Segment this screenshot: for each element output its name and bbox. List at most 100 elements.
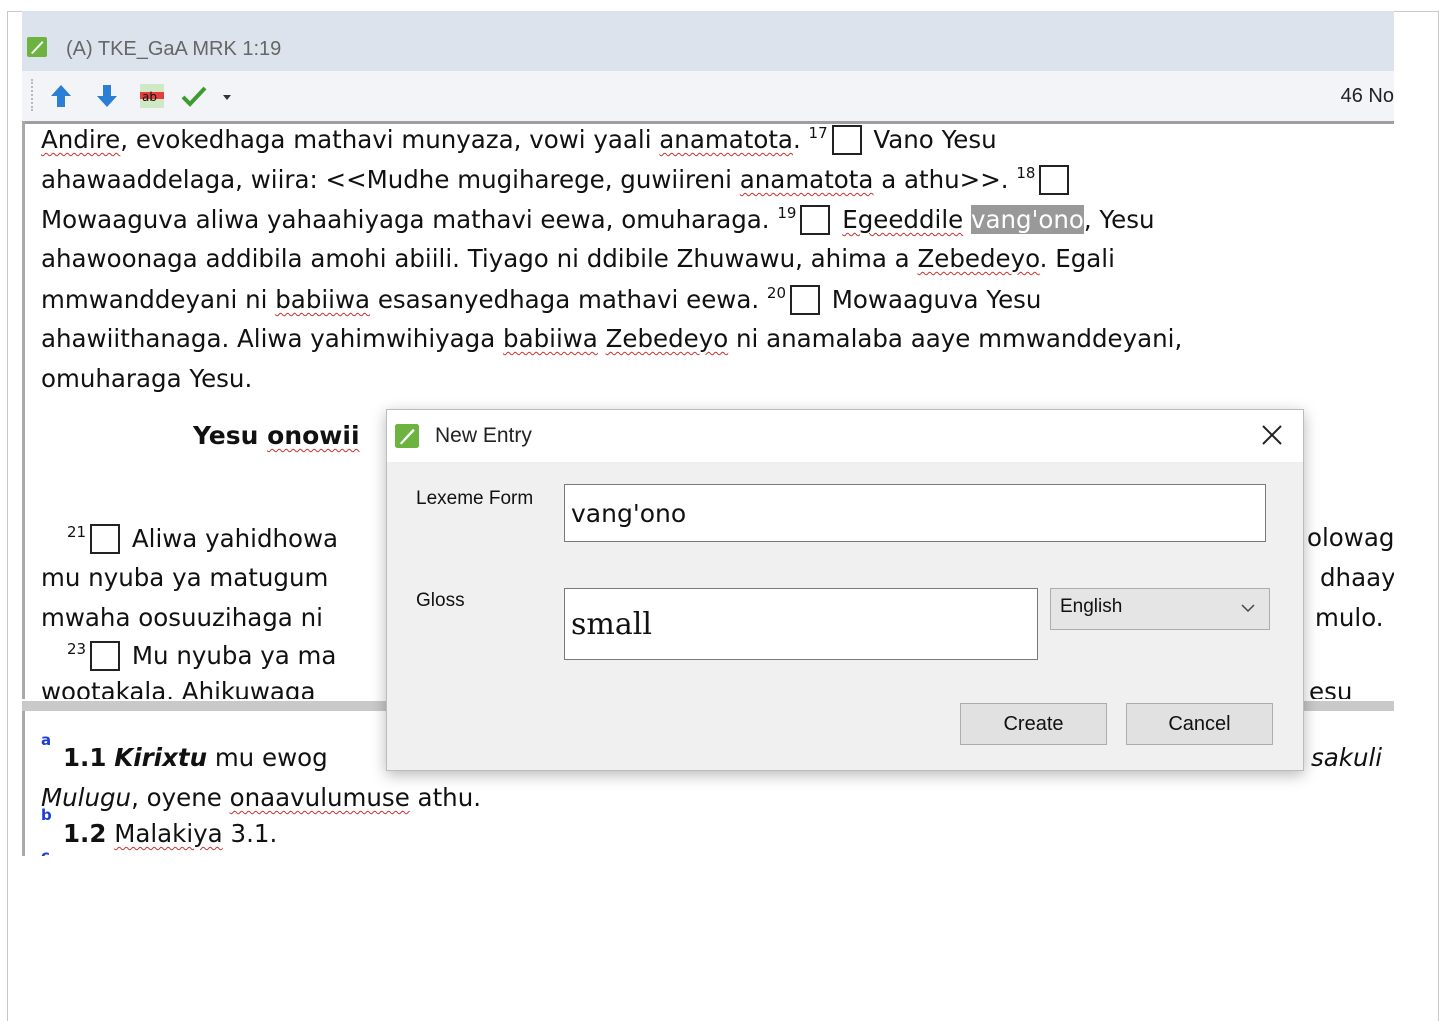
verse-marker-box[interactable] — [1039, 165, 1070, 195]
text-segment: esasanyedhaga mathavi eewa. — [370, 285, 767, 314]
app-logo-icon — [395, 424, 419, 448]
verse-number: 21 — [67, 523, 87, 541]
text-word: babiiwa — [275, 285, 371, 314]
text-segment: ahawiithanaga. Aliwa yahimwihiyaga — [41, 324, 504, 353]
text-segment: Mowaaguva aliwa yahaahiyaga mathavi eewa… — [41, 205, 778, 234]
gloss-label: Gloss — [416, 590, 465, 611]
footnote-line-3: 1.2 Malakiya 3.1. — [63, 819, 277, 848]
text-line-12: wootakala. Ahikuwaga — [41, 677, 316, 699]
cancel-button[interactable]: Cancel — [1126, 703, 1273, 745]
svg-text:ab: ab — [142, 90, 157, 104]
text-line-7: omuharaga Yesu. — [41, 364, 253, 393]
arrow-up-icon[interactable] — [47, 82, 75, 110]
window-title: (A) TKE_GaA MRK 1:19 — [66, 38, 282, 60]
text-line-3: Mowaaguva aliwa yahaahiyaga mathavi eewa… — [41, 204, 1155, 235]
toolbar: ab 46 No — [22, 71, 1394, 121]
verse-number: 18 — [1016, 164, 1036, 182]
text-word: babiiwa — [503, 324, 598, 353]
arrow-down-icon[interactable] — [93, 82, 121, 110]
text-line-4: ahawoonaga addibila amohi abiili. Tiyago… — [41, 244, 1115, 273]
text-line-10: mwaha oosuuzihaga ni — [41, 603, 323, 632]
verse-marker-box[interactable] — [790, 285, 820, 315]
footnote-line-2: Mulugu, oyene onaavulumuse athu. — [41, 783, 481, 812]
new-entry-dialog: New Entry Lexeme Form Gloss English Crea… — [386, 409, 1304, 771]
title-bar: (A) TKE_GaA MRK 1:19 — [22, 11, 1394, 71]
footnote-term: Kirixtu — [114, 743, 208, 772]
text-line-8: 21 Aliwa yahidhowa — [67, 523, 338, 554]
dialog-title: New Entry — [435, 424, 532, 447]
text-segment: Vano Yesu — [865, 125, 997, 154]
toolbar-grip[interactable] — [31, 79, 35, 111]
heading-segment: Yesu — [193, 421, 268, 450]
footnote-reference: 1.1 — [63, 743, 107, 772]
text-word: Zebedeyo — [605, 324, 729, 353]
text-word: Egeeddile — [842, 205, 964, 234]
footnote-word: Malakiya — [114, 819, 223, 848]
footnote-marker[interactable]: b — [41, 806, 52, 824]
text-segment: a athu>>. — [873, 165, 1017, 194]
text-segment: mmwanddeyani ni — [41, 285, 276, 314]
text-word: anamatota — [739, 165, 874, 194]
create-button[interactable]: Create — [960, 703, 1107, 745]
verse-marker-box[interactable] — [831, 125, 862, 155]
text-line-10-right: mulo. — [1315, 603, 1384, 632]
text-line-12-right: esu — [1309, 677, 1353, 699]
footnote-marker[interactable]: a — [41, 731, 51, 749]
footnote-text: mu ewog — [207, 743, 328, 772]
footnote-text: , oyene — [131, 783, 230, 812]
text-segment: . Egali — [1039, 244, 1115, 273]
dropdown-arrow-icon[interactable] — [220, 82, 234, 110]
text-line-9-right: dhaay — [1320, 563, 1394, 592]
footnote-line-1: 1.1 Kirixtu mu ewog — [63, 743, 328, 772]
footnote-text: athu. — [409, 783, 482, 812]
footnote-marker[interactable]: c — [41, 847, 50, 856]
dialog-title-bar: New Entry — [387, 410, 1303, 462]
gloss-input[interactable] — [564, 588, 1038, 660]
text-line-5: mmwanddeyani ni babiiwa esasanyedhaga ma… — [41, 284, 1041, 315]
text-segment: Mowaaguva Yesu — [824, 285, 1042, 314]
footnote-line-1-right: sakuli — [1311, 743, 1383, 772]
text-word: Zebedeyo — [917, 244, 1040, 273]
text-line-1: Andire, evokedhaga mathavi munyaza, vowi… — [41, 124, 997, 155]
text-line-9: mu nyuba ya matugum — [41, 563, 329, 592]
text-word: Andire — [41, 125, 121, 154]
text-segment: ahawoonaga addibila amohi abiili. Tiyago… — [41, 244, 918, 273]
verse-number: 19 — [777, 204, 797, 222]
verse-marker-box[interactable] — [90, 524, 121, 554]
verse-number: 23 — [67, 640, 87, 658]
footnote-text: 3.1. — [222, 819, 278, 848]
verse-marker-box[interactable] — [800, 205, 831, 235]
language-select[interactable]: English — [1050, 588, 1270, 630]
verse-number: 17 — [808, 124, 828, 142]
text-line-11: 23 Mu nyuba ya ma — [67, 640, 336, 671]
text-word: anamatota — [659, 125, 793, 154]
chevron-down-icon — [1241, 604, 1255, 613]
text-segment: Mu nyuba ya ma — [131, 641, 337, 670]
selected-word[interactable]: vang'ono — [971, 205, 1084, 234]
verse-number: 20 — [766, 284, 786, 302]
text-line-2: ahawaaddelaga, wiira: <<Mudhe mugiharege… — [41, 164, 1073, 195]
close-icon[interactable] — [1257, 420, 1287, 450]
language-value: English — [1060, 596, 1123, 617]
text-segment: , Yesu — [1083, 205, 1155, 234]
note-count: 46 No — [1340, 85, 1394, 107]
text-line-8-right: olowag — [1307, 523, 1394, 552]
checkmark-icon[interactable] — [180, 82, 208, 110]
verse-marker-box[interactable] — [90, 641, 121, 671]
text-segment: ni anamalaba aaye mmwanddeyani, — [728, 324, 1183, 353]
text-line-6: ahawiithanaga. Aliwa yahimwihiyaga babii… — [41, 324, 1182, 353]
text-segment: ahawaaddelaga, wiira: <<Mudhe mugiharege… — [41, 165, 740, 194]
lexeme-form-label: Lexeme Form — [416, 488, 534, 509]
lexeme-form-input[interactable] — [564, 484, 1266, 542]
spelling-icon[interactable]: ab — [138, 82, 166, 110]
footnote-term: Mulugu — [41, 783, 132, 812]
text-segment: Aliwa yahidhowa — [131, 524, 339, 553]
text-segment: . — [792, 125, 809, 154]
text-segment: , evokedhaga mathavi munyaza, vowi yaali — [120, 125, 660, 154]
heading-word: onowii — [267, 421, 360, 450]
app-logo-icon — [27, 37, 47, 57]
footnote-word: onaavulumuse — [229, 783, 410, 812]
text-segment — [598, 324, 606, 353]
footnote-reference: 1.2 — [63, 819, 107, 848]
section-heading: Yesu onowii — [193, 421, 360, 450]
